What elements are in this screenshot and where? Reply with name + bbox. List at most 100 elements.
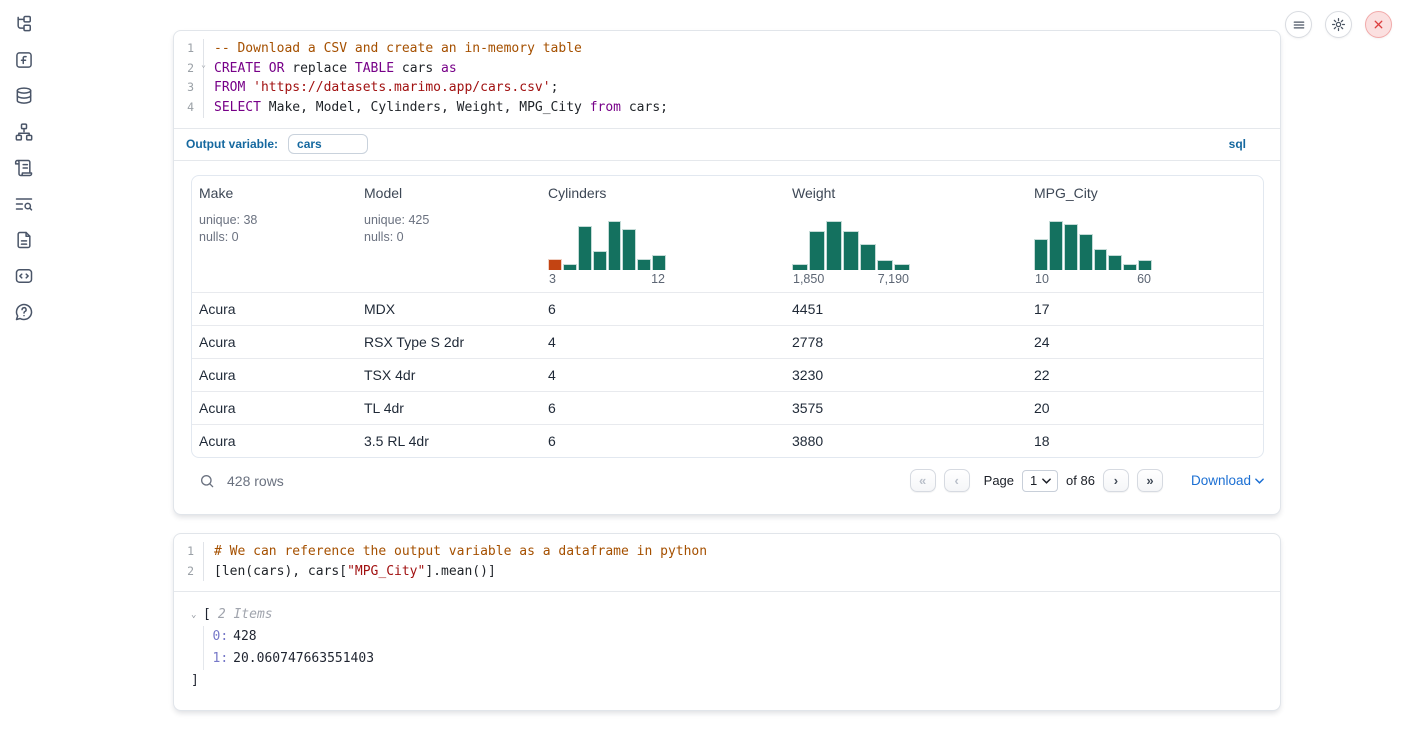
file-explorer-tree-icon[interactable] bbox=[14, 14, 34, 34]
code-line[interactable]: 1-- Download a CSV and create an in-memo… bbox=[174, 39, 1280, 59]
column-label: Make bbox=[199, 185, 349, 201]
table-cell: 6 bbox=[541, 433, 785, 449]
table-cell: 3230 bbox=[785, 367, 1027, 383]
logs-search-icon[interactable] bbox=[14, 194, 34, 214]
histogram-bar[interactable] bbox=[1138, 260, 1152, 270]
code-line[interactable]: 2[len(cars), cars["MPG_City"].mean()] bbox=[174, 562, 1280, 582]
table-cell: 24 bbox=[1027, 334, 1263, 350]
entry-value: 20.060747663551403 bbox=[233, 651, 374, 666]
python-cell: 1# We can reference the output variable … bbox=[173, 533, 1281, 711]
hist-min-label: 10 bbox=[1035, 272, 1049, 286]
table-cell: 4451 bbox=[785, 301, 1027, 317]
histogram-bar[interactable] bbox=[1034, 239, 1048, 270]
column-header-model[interactable]: Modelunique: 425nulls: 0 bbox=[357, 176, 541, 292]
hamburger-menu-button[interactable] bbox=[1285, 11, 1312, 38]
table-cell: 18 bbox=[1027, 433, 1263, 449]
entry-value: 428 bbox=[233, 629, 256, 644]
table-cell: Acura bbox=[192, 400, 357, 416]
histogram-bar[interactable] bbox=[1123, 264, 1137, 270]
table-cell: MDX bbox=[357, 301, 541, 317]
sql-code-editor[interactable]: 1-- Download a CSV and create an in-memo… bbox=[174, 31, 1280, 128]
left-sidebar bbox=[0, 0, 48, 729]
table-body: AcuraMDX6445117AcuraRSX Type S 2dr427782… bbox=[192, 292, 1263, 457]
code-line[interactable]: 3FROM 'https://datasets.marimo.app/cars.… bbox=[174, 78, 1280, 98]
histogram-bar[interactable] bbox=[809, 231, 825, 270]
pagination: « ‹ Page 1 of 86 › » Download bbox=[910, 469, 1264, 492]
last-page-button[interactable]: » bbox=[1137, 469, 1163, 492]
column-header-weight[interactable]: Weight1,8507,190 bbox=[785, 176, 1027, 292]
column-label: MPG_City bbox=[1034, 185, 1255, 201]
histogram-bar[interactable] bbox=[1094, 249, 1108, 270]
histogram-bar[interactable] bbox=[652, 255, 666, 270]
result-output-tree: ⌄ [ 2 Items 0:4281:20.060747663551403 ] bbox=[174, 592, 1280, 710]
dependency-graph-icon[interactable] bbox=[14, 122, 34, 142]
code-line[interactable]: 1# We can reference the output variable … bbox=[174, 542, 1280, 562]
histogram-bar[interactable] bbox=[894, 264, 910, 270]
table-footer: 428 rows « ‹ Page 1 of 86 › » Download bbox=[191, 458, 1264, 504]
documentation-file-icon[interactable] bbox=[14, 230, 34, 250]
histogram-bar[interactable] bbox=[843, 231, 859, 270]
table-row[interactable]: AcuraRSX Type S 2dr4277824 bbox=[192, 325, 1263, 358]
histogram-bar[interactable] bbox=[578, 226, 592, 270]
shutdown-button[interactable] bbox=[1365, 11, 1392, 38]
code-line[interactable]: 2⌄CREATE OR replace TABLE cars as bbox=[174, 59, 1280, 79]
entry-index: 1: bbox=[213, 651, 229, 666]
download-button[interactable]: Download bbox=[1191, 473, 1264, 488]
histogram-bar[interactable] bbox=[826, 221, 842, 270]
snippets-code-icon[interactable] bbox=[14, 266, 34, 286]
code-text: SELECT Make, Model, Cylinders, Weight, M… bbox=[204, 98, 668, 118]
python-code-editor[interactable]: 1# We can reference the output variable … bbox=[174, 534, 1280, 591]
histogram-bar[interactable] bbox=[563, 264, 577, 270]
histogram-bar[interactable] bbox=[1049, 221, 1063, 270]
search-icon[interactable] bbox=[199, 473, 215, 489]
column-header-mpg_city[interactable]: MPG_City1060 bbox=[1027, 176, 1263, 292]
settings-button[interactable] bbox=[1325, 11, 1352, 38]
page-number-select[interactable]: 1 bbox=[1022, 470, 1058, 492]
histogram-bar[interactable] bbox=[1108, 255, 1122, 270]
histogram-bar[interactable] bbox=[860, 244, 876, 270]
table-cell: TSX 4dr bbox=[357, 367, 541, 383]
column-histogram: 1,8507,190 bbox=[792, 218, 910, 286]
histogram-bar[interactable] bbox=[593, 251, 607, 270]
output-variable-input[interactable] bbox=[288, 134, 368, 154]
prev-page-button[interactable]: ‹ bbox=[944, 469, 970, 492]
chevron-down-icon[interactable]: ⌄ bbox=[191, 604, 203, 626]
code-text: -- Download a CSV and create an in-memor… bbox=[204, 39, 582, 59]
column-header-cylinders[interactable]: Cylinders312 bbox=[541, 176, 785, 292]
column-stats: unique: 425nulls: 0 bbox=[364, 212, 533, 246]
table-cell: Acura bbox=[192, 367, 357, 383]
close-icon bbox=[1372, 18, 1385, 31]
chevron-right-icon: › bbox=[1114, 473, 1118, 488]
help-chat-icon[interactable] bbox=[14, 302, 34, 322]
column-header-make[interactable]: Make unique: 38nulls: 0 bbox=[192, 176, 357, 292]
code-line[interactable]: 4SELECT Make, Model, Cylinders, Weight, … bbox=[174, 98, 1280, 118]
variables-function-icon[interactable] bbox=[14, 50, 34, 70]
histogram-bar[interactable] bbox=[792, 264, 808, 270]
histogram-bar[interactable] bbox=[877, 260, 893, 270]
line-number: 1 bbox=[174, 39, 204, 59]
histogram-bar[interactable] bbox=[1064, 224, 1078, 270]
histogram-bar[interactable] bbox=[608, 221, 622, 270]
page-label: Page bbox=[984, 473, 1014, 488]
table-row[interactable]: AcuraTSX 4dr4323022 bbox=[192, 358, 1263, 391]
fold-chevron-icon[interactable]: ⌄ bbox=[201, 61, 206, 69]
data-table: Make unique: 38nulls: 0Modelunique: 425nu… bbox=[191, 175, 1264, 458]
hist-min-label: 3 bbox=[549, 272, 556, 286]
first-page-button[interactable]: « bbox=[910, 469, 936, 492]
table-row[interactable]: AcuraTL 4dr6357520 bbox=[192, 391, 1263, 424]
table-output: Make unique: 38nulls: 0Modelunique: 425nu… bbox=[174, 161, 1280, 514]
scratchpad-scroll-icon[interactable] bbox=[14, 158, 34, 178]
line-number: 1 bbox=[174, 542, 204, 562]
histogram-bar[interactable] bbox=[637, 259, 651, 270]
table-cell: TL 4dr bbox=[357, 400, 541, 416]
datasources-database-icon[interactable] bbox=[14, 86, 34, 106]
histogram-bar[interactable] bbox=[1079, 234, 1093, 270]
table-row[interactable]: Acura3.5 RL 4dr6388018 bbox=[192, 424, 1263, 457]
histogram-bar[interactable] bbox=[622, 229, 636, 270]
column-stats: unique: 38nulls: 0 bbox=[199, 212, 349, 246]
code-text: # We can reference the output variable a… bbox=[204, 542, 707, 562]
table-row[interactable]: AcuraMDX6445117 bbox=[192, 292, 1263, 325]
histogram-bar[interactable] bbox=[548, 259, 562, 270]
table-cell: 4 bbox=[541, 367, 785, 383]
next-page-button[interactable]: › bbox=[1103, 469, 1129, 492]
